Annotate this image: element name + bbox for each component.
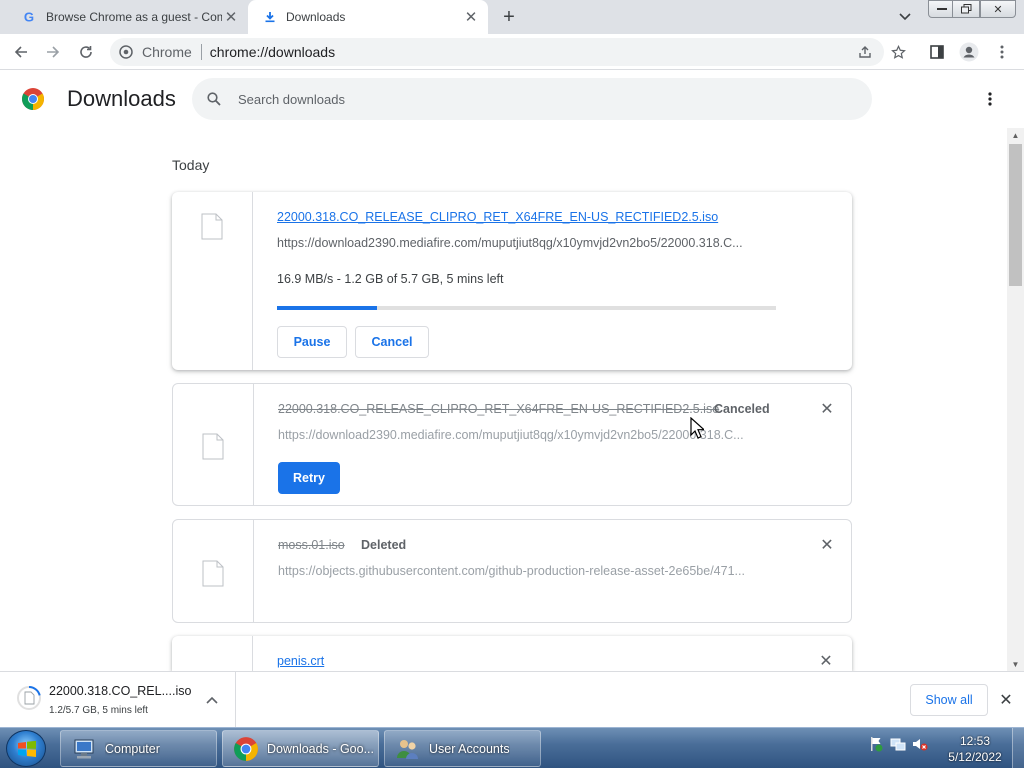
download-icon [262,9,278,25]
windows-logo-icon [18,741,36,757]
share-icon[interactable] [854,41,876,63]
tab-title: Downloads [286,10,346,24]
tab-guest-help[interactable]: G Browse Chrome as a guest - Com ✕ [8,0,248,34]
download-progress-bar [277,306,776,310]
svg-text:G: G [24,10,34,24]
start-button[interactable] [6,730,46,767]
taskbar-computer[interactable]: Computer [60,730,217,767]
downloads-header: Downloads [0,70,1024,128]
google-icon: G [22,9,38,25]
shelf-close-icon[interactable]: ✕ [997,691,1015,709]
side-panel-icon[interactable] [926,41,948,63]
remove-from-list-close-icon[interactable]: ✕ [818,400,836,418]
bookmark-star-icon[interactable] [887,41,909,63]
card-divider [253,520,254,622]
network-icon[interactable] [890,736,906,752]
action-center-flag-icon[interactable] [868,736,884,752]
show-all-button[interactable]: Show all [910,684,988,716]
downloads-more-menu-icon[interactable] [980,88,1000,110]
task-label: Downloads - Goo... [267,741,374,756]
file-name-link[interactable]: penis.crt [277,654,324,668]
download-item-canceled: 22000.318.CO_RELEASE_CLIPRO_RET_X64FRE_E… [172,383,852,506]
windows-taskbar: Computer Downloads - Goo... User Account… [0,727,1024,768]
tab-search-chevron-icon[interactable] [896,8,914,26]
card-divider [253,384,254,505]
download-item-crt: penis.crt ✕ [172,636,852,671]
scroll-up-arrow-icon[interactable]: ▲ [1007,128,1024,142]
search-downloads-field[interactable] [192,78,872,120]
forward-arrow-icon[interactable] [42,41,64,63]
shelf-progress-text: 1.2/5.7 GB, 5 mins left [49,705,148,716]
download-item-deleted: moss.01.iso Deleted ✕ https://objects.gi… [172,519,852,623]
search-input[interactable] [238,91,838,107]
profile-avatar-icon[interactable] [958,41,980,63]
download-item-active: 22000.318.CO_RELEASE_CLIPRO_RET_X64FRE_E… [172,192,852,370]
chrome-menu-icon[interactable] [991,41,1013,63]
url-text[interactable]: chrome://downloads [202,44,335,60]
status-canceled: Canceled [714,402,770,416]
page-scrollbar[interactable]: ▲ ▼ [1007,128,1024,671]
download-progress-fill [277,306,377,310]
cancel-button[interactable]: Cancel [355,326,429,358]
show-desktop-button[interactable] [1012,728,1024,768]
taskbar-chrome[interactable]: Downloads - Goo... [222,730,379,767]
clock-time: 12:53 [959,734,991,748]
download-progress-ring-icon [17,686,41,710]
clock-date: 5/12/2022 [948,750,1002,764]
scroll-down-arrow-icon[interactable]: ▼ [1007,657,1024,671]
browser-toolbar: Chrome chrome://downloads [0,34,1024,70]
file-source-url[interactable]: https://objects.githubusercontent.com/gi… [278,564,776,578]
tab-strip: G Browse Chrome as a guest - Com ✕ Downl… [0,0,1024,34]
tab-close-icon[interactable]: ✕ [222,8,240,26]
reload-icon[interactable] [75,41,97,63]
download-shelf: 22000.318.CO_REL....iso 1.2/5.7 GB, 5 mi… [0,671,1024,727]
file-name: 22000.318.CO_RELEASE_CLIPRO_RET_X64FRE_E… [278,402,720,416]
user-accounts-icon [397,739,418,759]
page-title: Downloads [67,86,176,111]
remove-from-list-close-icon[interactable]: ✕ [817,652,835,670]
system-clock[interactable]: 12:53 5/12/2022 [944,733,1006,765]
system-tray [868,736,928,752]
file-icon [202,560,224,587]
taskbar-user-accounts[interactable]: User Accounts [384,730,541,767]
new-tab-button[interactable]: + [498,6,520,28]
status-deleted: Deleted [361,538,407,552]
card-divider [252,192,253,370]
mouse-cursor-icon [690,417,704,439]
restore-button[interactable] [952,0,980,18]
retry-button[interactable]: Retry [278,462,340,494]
scroll-thumb[interactable] [1009,144,1022,286]
shelf-download-item[interactable]: 22000.318.CO_REL....iso 1.2/5.7 GB, 5 mi… [0,672,236,727]
site-chip: Chrome [142,44,202,60]
chrome-icon [234,736,258,761]
file-name-link[interactable]: 22000.318.CO_RELEASE_CLIPRO_RET_X64FRE_E… [277,210,718,224]
chevron-up-icon[interactable] [204,692,220,708]
search-icon [204,89,224,109]
computer-icon [74,739,94,758]
download-progress-text: 16.9 MB/s - 1.2 GB of 5.7 GB, 5 mins lef… [277,272,504,286]
tab-downloads[interactable]: Downloads ✕ [248,0,488,34]
card-divider [252,636,253,671]
pause-button[interactable]: Pause [277,326,347,358]
file-icon [201,213,223,240]
tab-title: Browse Chrome as a guest - Com [46,10,222,24]
task-label: User Accounts [429,741,510,756]
file-source-url[interactable]: https://download2390.mediafire.com/muput… [277,236,775,250]
tab-close-icon[interactable]: ✕ [462,8,480,26]
back-arrow-icon[interactable] [10,41,32,63]
file-icon [202,433,224,460]
address-bar[interactable]: Chrome chrome://downloads [110,38,884,66]
date-section-label: Today [172,157,210,173]
remove-from-list-close-icon[interactable]: ✕ [818,536,836,554]
shelf-file-name: 22000.318.CO_REL....iso [49,684,192,698]
task-label: Computer [105,741,160,756]
window-close-button[interactable]: ✕ [980,0,1016,18]
chrome-logo-icon [22,88,44,110]
volume-muted-icon[interactable] [912,736,928,752]
chrome-page-icon [118,44,134,60]
file-name: moss.01.iso [278,538,345,552]
